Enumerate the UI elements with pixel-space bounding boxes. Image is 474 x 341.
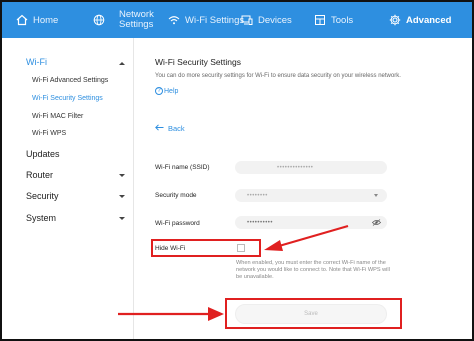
annotation-arrows: [118, 224, 349, 321]
router-admin-window: Home Network Settings Wi-Fi Settings Dev…: [0, 0, 474, 341]
arrow-annotation-hide-wifi: [264, 224, 349, 251]
arrow-annotation-save: [118, 307, 224, 321]
